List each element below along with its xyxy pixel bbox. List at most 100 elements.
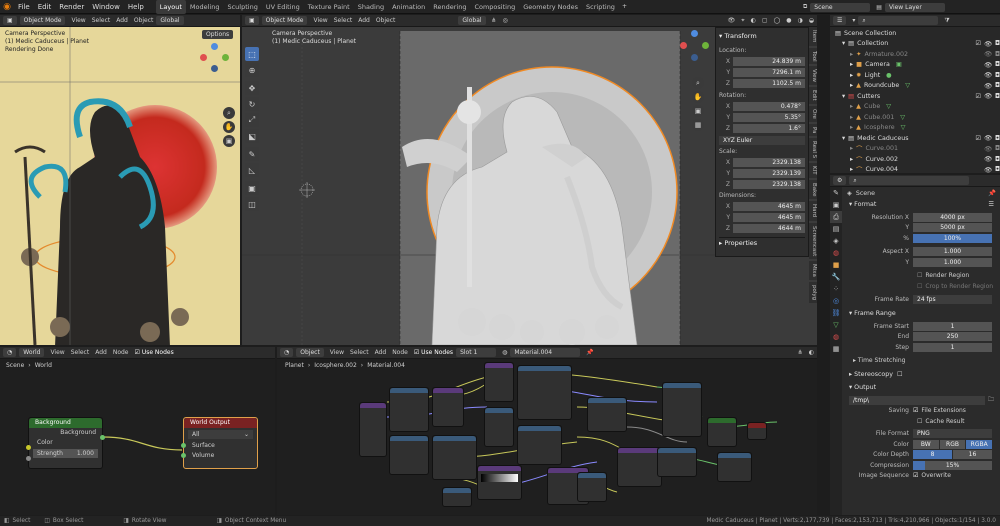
object-tab-icon[interactable]: ■	[830, 259, 842, 271]
preset-list-icon[interactable]: ☰	[988, 201, 994, 208]
cursor-tool-icon[interactable]: ⊕	[245, 63, 259, 77]
left-nav-gizmo[interactable]	[200, 43, 230, 73]
outliner-row-armature[interactable]: ▸ ✦ Armature.002 👁 ◘	[830, 49, 1000, 60]
npanel-tab-kit[interactable]: KIT	[809, 163, 817, 178]
gizmo-toggle-icon[interactable]: ⌖	[738, 17, 747, 25]
background-node-header[interactable]: Background	[29, 418, 102, 428]
main-perspective-icon[interactable]: ▦	[692, 119, 704, 131]
visibility-icon[interactable]: 👁	[725, 17, 739, 24]
shader-node[interactable]	[577, 472, 607, 502]
npanel-tab-view[interactable]: View	[809, 66, 817, 86]
move-tool-icon[interactable]: ✥	[245, 81, 259, 95]
npanel-tab-screencast[interactable]: Screencast	[809, 222, 817, 259]
shader-node[interactable]	[484, 362, 514, 402]
shading-rendered-icon[interactable]: ◒	[806, 17, 817, 24]
outliner-row-cube[interactable]: ▸ ▲ Cube ▽	[830, 102, 1000, 113]
left-camera-icon[interactable]: ▣	[223, 135, 235, 147]
shader-node[interactable]	[359, 402, 387, 457]
view-layer-selector[interactable]: View Layer	[884, 2, 945, 12]
render-tab-icon[interactable]: ▣	[830, 199, 842, 211]
outliner-row-medic-caduceus[interactable]: ▾ ▤ Medic Caduceus ☑ 👁 ◘	[830, 133, 1000, 144]
outliner-row-camera[interactable]: ▸ ■ Camera ▣ 👁 ◘	[830, 60, 1000, 71]
file-format-select[interactable]: PNG	[913, 429, 992, 439]
npanel-tab-hard[interactable]: Hard	[809, 201, 817, 221]
filter-funnel-icon[interactable]: ⧩	[941, 17, 952, 25]
npanel-tab-tool[interactable]: Tool	[809, 47, 817, 65]
resolution-y-field[interactable]: 5000 px	[913, 223, 992, 233]
tool-tab-icon[interactable]: ✎	[830, 187, 842, 199]
scene-tab-icon[interactable]: ◈	[830, 235, 842, 247]
crop-region-checkbox[interactable]: ☐	[917, 283, 922, 290]
scale-tool-icon[interactable]: ⤢	[245, 113, 259, 127]
frame-step-field[interactable]: 1	[913, 342, 992, 352]
scale-y-field[interactable]: 2329.139	[733, 168, 805, 178]
overwrite-checkbox[interactable]: ☑	[913, 472, 918, 479]
viewport-canvas[interactable]: Camera Perspective (1) Medic Caduceus | …	[242, 27, 817, 345]
snap-icon[interactable]: ⋔	[489, 17, 500, 24]
scale-x-row[interactable]: X 2329.138	[719, 157, 805, 167]
modifier-tab-icon[interactable]: 🔧	[830, 271, 842, 283]
shader-node[interactable]	[517, 425, 562, 465]
loc-x-field[interactable]: 24.839 m	[733, 56, 805, 66]
world-tab-icon[interactable]: ◍	[830, 247, 842, 259]
tab-texture-paint[interactable]: Texture Paint	[304, 0, 354, 14]
main-viewport[interactable]: ▣ Object Mode View Select Add Object Glo…	[242, 15, 817, 345]
left-zoom-icon[interactable]: ⌕	[223, 107, 235, 119]
camera-restrict-icon[interactable]: ◘	[995, 40, 1000, 47]
outliner-filter-icon[interactable]: ▾	[849, 17, 858, 24]
shader-node[interactable]	[432, 387, 464, 427]
camera-restrict-icon[interactable]: ◘	[995, 156, 1000, 163]
rotation-x-row[interactable]: X 0.478°	[719, 101, 805, 111]
volume-input-socket[interactable]	[181, 453, 186, 458]
particles-tab-icon[interactable]: ⁘	[830, 283, 842, 295]
tab-animation[interactable]: Animation	[388, 0, 429, 14]
outliner-row-icosphere[interactable]: ▸ ▲ Icosphere ▽	[830, 123, 1000, 134]
crop-region-row[interactable]: ☐ Crop to Render Region	[843, 281, 1000, 292]
world-output-target[interactable]: All ⌄	[188, 430, 253, 439]
checkbox-icon[interactable]: ☑	[975, 93, 981, 100]
measure-tool-icon[interactable]: ◺	[245, 163, 259, 177]
left-menu-select[interactable]: Select	[89, 17, 114, 24]
proportional-icon[interactable]: ◎	[500, 17, 511, 24]
tab-uv-editing[interactable]: UV Editing	[262, 0, 304, 14]
eye-icon[interactable]: 👁	[984, 40, 992, 48]
format-section-header[interactable]: ▾ Format ☰	[843, 199, 1000, 209]
dim-y-row[interactable]: Y 4645 m	[719, 212, 805, 222]
outliner-search-input[interactable]: ⌕	[858, 16, 939, 25]
output-tab-icon[interactable]: ⎙	[830, 211, 842, 223]
transform-panel-header[interactable]: ▾ Transform	[719, 30, 805, 41]
rotation-mode-row[interactable]: XYZ Euler	[719, 135, 805, 145]
checkbox-icon[interactable]: ☑	[975, 40, 981, 47]
eye-icon[interactable]: 👁	[984, 82, 992, 90]
checkbox-icon[interactable]: ☑	[975, 135, 981, 142]
rotation-z-row[interactable]: Z 1.6°	[719, 123, 805, 133]
outliner-row-curve-004[interactable]: ▸ ⌒ Curve.004 👁 ◘	[830, 165, 1000, 176]
annotate-tool-icon[interactable]: ✎	[245, 147, 259, 161]
camera-restrict-icon[interactable]: ◘	[995, 61, 1000, 68]
folder-icon[interactable]: 🗀	[988, 395, 994, 405]
left-pan-icon[interactable]: ✋	[223, 121, 235, 133]
select-tool-icon[interactable]: ⬚	[245, 47, 259, 61]
npanel-tab-pa[interactable]: Pa	[809, 123, 817, 137]
xray-icon[interactable]: ▢	[759, 17, 771, 24]
dim-x-row[interactable]: X 4645 m	[719, 201, 805, 211]
npanel-tab-mixa[interactable]: Mixa	[809, 260, 817, 280]
left-mode-selector[interactable]: Object Mode	[19, 16, 66, 25]
location-y-row[interactable]: Y 7296.1 m	[719, 67, 805, 77]
left-orientation-selector[interactable]: Global	[156, 16, 184, 25]
shader-node[interactable]	[484, 407, 514, 447]
surface-input-socket[interactable]	[181, 443, 186, 448]
outliner-row-collection[interactable]: ▾ ▤ Collection ☑ 👁 ◘	[830, 39, 1000, 50]
frame-rate-select[interactable]: 24 fps	[913, 295, 992, 305]
stereoscopy-checkbox[interactable]: ☐	[897, 371, 903, 378]
scale-z-row[interactable]: Z 2329.138	[719, 179, 805, 189]
shading-wire-icon[interactable]: ◯	[771, 17, 784, 24]
output-section-header[interactable]: ▾ Output	[843, 382, 1000, 392]
world-node-editor[interactable]: ◔ World View Select Add Node ☑ Use Nodes…	[0, 347, 275, 515]
world-output-node[interactable]: World Output All ⌄ Surface Volume	[181, 417, 258, 469]
frame-end-field[interactable]: 250	[913, 332, 992, 342]
frame-start-field[interactable]: 1	[913, 321, 992, 331]
camera-restrict-icon[interactable]: ◘	[995, 166, 1000, 173]
npanel-tab-bake[interactable]: Bake	[809, 179, 817, 200]
outliner-row-roundcube[interactable]: ▸ ▲ Roundcube ▽ 👁 ◘	[830, 81, 1000, 92]
